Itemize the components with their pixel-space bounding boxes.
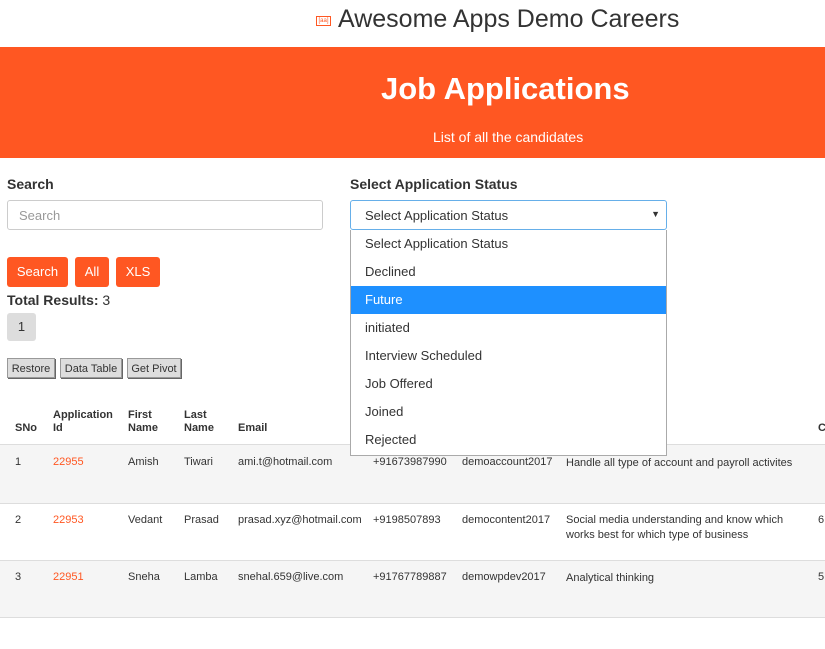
cell-sno: 1: [15, 456, 22, 468]
page-title: Job Applications: [381, 71, 630, 106]
brand-header: [aa] Awesome Apps Demo Careers: [316, 4, 679, 34]
cell-sno: 2: [15, 514, 22, 526]
hero-banner: Job Applications List of all the candida…: [0, 47, 825, 158]
table-header-email[interactable]: Email: [238, 407, 267, 435]
table-header-sno[interactable]: SNo: [15, 407, 37, 435]
cell-last-name: Prasad: [184, 514, 219, 526]
cell-phone: +9198507893: [373, 514, 441, 526]
total-results-count: 3: [102, 292, 111, 308]
search-button[interactable]: Search: [7, 257, 68, 287]
cell-email: prasad.xyz@hotmail.com: [238, 514, 362, 526]
cell-skills: Social media understanding and know whic…: [566, 514, 784, 541]
status-option[interactable]: Joined: [351, 398, 666, 426]
application-id-link[interactable]: 22953: [53, 514, 84, 526]
status-option[interactable]: Declined: [351, 258, 666, 286]
page-subtitle: List of all the candidates: [433, 129, 584, 145]
table-header-truncated[interactable]: C: [818, 407, 825, 435]
cell-account: demoaccount2017: [462, 456, 553, 468]
search-label: Search: [7, 176, 54, 192]
status-option-highlighted[interactable]: Future: [351, 286, 666, 314]
cell-skills: Analytical thinking: [566, 572, 655, 584]
cell-skills: Handle all type of account and payroll a…: [566, 457, 793, 469]
restore-button[interactable]: Restore: [7, 358, 55, 378]
cell-phone: +91673987990: [373, 456, 447, 468]
status-option[interactable]: Select Application Status: [351, 230, 666, 258]
table-divider: [0, 617, 825, 618]
cell-email: snehal.659@live.com: [238, 571, 344, 583]
cell-sno: 3: [15, 571, 22, 583]
data-table-button[interactable]: Data Table: [60, 358, 122, 378]
site-title: Awesome Apps Demo Careers: [338, 4, 680, 33]
table-header-application-id[interactable]: Application Id: [53, 407, 115, 435]
brand-logo: [aa]: [316, 16, 331, 26]
status-label: Select Application Status: [350, 176, 518, 192]
table-header-first-name[interactable]: First Name: [128, 407, 168, 435]
cell-account: democontent2017: [462, 514, 551, 526]
table-divider: [0, 503, 825, 504]
cell-truncated: 6: [818, 514, 825, 526]
pagination-page-1[interactable]: 1: [7, 313, 36, 341]
cell-first-name: Amish: [128, 456, 159, 468]
cell-phone: +91767789887: [373, 571, 447, 583]
all-button[interactable]: All: [75, 257, 109, 287]
dropdown-arrow-icon: ▼: [651, 209, 660, 219]
search-input[interactable]: [7, 200, 323, 230]
status-dropdown-list[interactable]: Select Application Status Declined Futur…: [350, 230, 667, 456]
cell-first-name: Sneha: [128, 571, 160, 583]
status-option[interactable]: initiated: [351, 314, 666, 342]
status-option[interactable]: Interview Scheduled: [351, 342, 666, 370]
get-pivot-button[interactable]: Get Pivot: [127, 358, 181, 378]
application-id-link[interactable]: 22955: [53, 456, 84, 468]
status-option[interactable]: Job Offered: [351, 370, 666, 398]
application-id-link[interactable]: 22951: [53, 571, 84, 583]
status-select[interactable]: Select Application Status ▼: [350, 200, 667, 230]
cell-email: ami.t@hotmail.com: [238, 456, 333, 468]
total-results: Total Results: 3: [7, 292, 110, 308]
total-results-label: Total Results:: [7, 292, 99, 308]
table-header-last-name[interactable]: Last Name: [184, 407, 224, 435]
cell-account: demowpdev2017: [462, 571, 546, 583]
xls-button[interactable]: XLS: [116, 257, 160, 287]
table-row: [0, 561, 825, 617]
cell-last-name: Tiwari: [184, 456, 213, 468]
cell-truncated: 5: [818, 571, 825, 583]
cell-first-name: Vedant: [128, 514, 163, 526]
cell-last-name: Lamba: [184, 571, 218, 583]
status-select-value: Select Application Status: [365, 208, 509, 223]
status-option[interactable]: Rejected: [351, 426, 666, 454]
